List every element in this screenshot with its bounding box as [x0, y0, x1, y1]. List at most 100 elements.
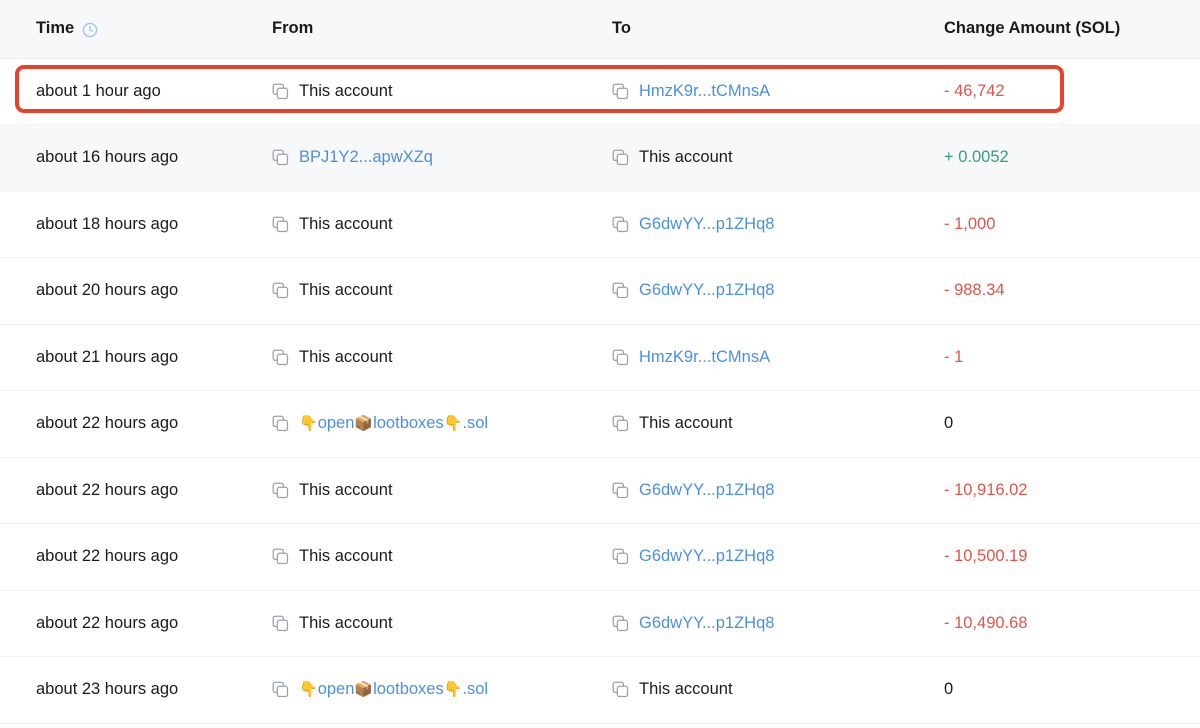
cell-change-amount: - 46,742: [944, 58, 1200, 125]
cell-time: about 23 hours ago: [0, 657, 272, 724]
copy-icon-to[interactable]: [612, 149, 629, 166]
copy-icon-from[interactable]: [272, 415, 289, 432]
change-amount-value: - 10,500.19: [944, 547, 1028, 566]
column-header-to[interactable]: To: [612, 0, 944, 59]
cell-time: about 22 hours ago: [0, 457, 272, 524]
copy-icon-from[interactable]: [272, 548, 289, 565]
clock-icon: [82, 22, 98, 38]
change-amount-value: + 0.0052: [944, 148, 1009, 167]
to-address-link[interactable]: HmzK9r...tCMnsA: [639, 348, 770, 367]
time-label: about 1 hour ago: [36, 81, 161, 100]
time-label: about 22 hours ago: [36, 480, 179, 499]
cell-from: This account: [272, 58, 612, 125]
from-account-label: This account: [299, 547, 393, 566]
copy-icon-to[interactable]: [612, 681, 629, 698]
cell-change-amount: + 0.0052: [944, 125, 1200, 192]
change-amount-value: 0: [944, 680, 954, 699]
cell-time: about 20 hours ago: [0, 258, 272, 325]
to-address-link[interactable]: G6dwYY...p1ZHq8: [639, 614, 774, 633]
copy-icon-to[interactable]: [612, 349, 629, 366]
from-address-link[interactable]: 👇open📦lootboxes👇.sol: [299, 680, 488, 699]
from-address-link[interactable]: 👇open📦lootboxes👇.sol: [299, 414, 488, 433]
copy-icon-to[interactable]: [612, 482, 629, 499]
cell-change-amount: - 1,000: [944, 191, 1200, 258]
change-amount-value: - 46,742: [944, 81, 1005, 100]
copy-icon-to[interactable]: [612, 415, 629, 432]
from-address-link[interactable]: BPJ1Y2...apwXZq: [299, 148, 433, 167]
table-row[interactable]: about 22 hours ago This account G6dwYY...p…: [0, 523, 1200, 591]
copy-icon-to[interactable]: [612, 615, 629, 632]
change-amount-value: - 10,916.02: [944, 480, 1028, 499]
copy-icon-from[interactable]: [272, 482, 289, 499]
copy-icon-from[interactable]: [272, 149, 289, 166]
cell-to: This account: [612, 657, 944, 724]
copy-icon-to[interactable]: [612, 83, 629, 100]
time-label: about 22 hours ago: [36, 547, 179, 566]
change-amount-value: 0: [944, 414, 954, 433]
cell-time: about 22 hours ago: [0, 391, 272, 458]
cell-from: This account: [272, 324, 612, 391]
table-row[interactable]: about 22 hours ago 👇open📦lootboxes👇.sol Th…: [0, 390, 1200, 458]
copy-icon-from[interactable]: [272, 282, 289, 299]
copy-icon-from[interactable]: [272, 216, 289, 233]
cell-from: This account: [272, 457, 612, 524]
change-amount-value: - 1,000: [944, 214, 996, 233]
change-amount-value: - 10,490.68: [944, 613, 1028, 632]
from-account-label: This account: [299, 81, 393, 100]
cell-time: about 21 hours ago: [0, 324, 272, 391]
to-address-link[interactable]: HmzK9r...tCMnsA: [639, 82, 770, 101]
table-row[interactable]: about 22 hours ago This account G6dwYY...p…: [0, 457, 1200, 524]
copy-icon-from[interactable]: [272, 681, 289, 698]
to-account-label: This account: [639, 148, 733, 167]
copy-icon-from[interactable]: [272, 615, 289, 632]
to-account-label: This account: [639, 680, 733, 699]
cell-time: about 22 hours ago: [0, 524, 272, 591]
copy-icon-to[interactable]: [612, 282, 629, 299]
from-account-label: This account: [299, 281, 393, 300]
cell-to: This account: [612, 125, 944, 192]
copy-icon-to[interactable]: [612, 548, 629, 565]
cell-change-amount: - 10,500.19: [944, 524, 1200, 591]
column-header-change-amount[interactable]: Change Amount (SOL): [944, 0, 1200, 59]
cell-change-amount: 0: [944, 391, 1200, 458]
cell-from: BPJ1Y2...apwXZq: [272, 125, 612, 192]
cell-to: This account: [612, 391, 944, 458]
table-row[interactable]: about 18 hours ago This account G6dwYY...p…: [0, 191, 1200, 258]
cell-change-amount: 0: [944, 657, 1200, 724]
cell-time: about 1 hour ago: [0, 58, 272, 125]
cell-to: G6dwYY...p1ZHq8: [612, 191, 944, 258]
to-address-link[interactable]: G6dwYY...p1ZHq8: [639, 215, 774, 234]
table-row[interactable]: about 20 hours ago This account G6dwYY...p…: [0, 257, 1200, 325]
time-label: about 22 hours ago: [36, 613, 179, 632]
cell-from: This account: [272, 191, 612, 258]
table-header-row: Time From To Change Amount (SOL): [0, 0, 1200, 59]
cell-from: This account: [272, 258, 612, 325]
copy-icon-to[interactable]: [612, 216, 629, 233]
table-row[interactable]: about 1 hour ago This account HmzK9r...tCM…: [0, 58, 1200, 125]
cell-to: HmzK9r...tCMnsA: [612, 324, 944, 391]
column-header-time[interactable]: Time: [0, 0, 272, 59]
table-row[interactable]: about 16 hours ago BPJ1Y2...apwXZq This ac…: [0, 124, 1200, 192]
cell-time: about 18 hours ago: [0, 191, 272, 258]
from-account-label: This account: [299, 214, 393, 233]
copy-icon-from[interactable]: [272, 349, 289, 366]
table-row[interactable]: about 23 hours ago 👇open📦lootboxes👇.sol Th…: [0, 656, 1200, 724]
table-row[interactable]: about 22 hours ago This account G6dwYY...p…: [0, 590, 1200, 657]
table-row[interactable]: about 21 hours ago This account HmzK9r...t…: [0, 324, 1200, 391]
column-header-from[interactable]: From: [272, 0, 612, 59]
change-amount-value: - 988.34: [944, 281, 1005, 300]
cell-to: G6dwYY...p1ZHq8: [612, 524, 944, 591]
cell-from: This account: [272, 590, 612, 657]
to-address-link[interactable]: G6dwYY...p1ZHq8: [639, 481, 774, 500]
transaction-table-container: Time From To Change Amount (SOL) about 1…: [0, 0, 1200, 724]
copy-icon-from[interactable]: [272, 83, 289, 100]
cell-to: HmzK9r...tCMnsA: [612, 58, 944, 125]
cell-change-amount: - 10,916.02: [944, 457, 1200, 524]
table-body: about 1 hour ago This account HmzK9r...tCM…: [0, 58, 1200, 723]
time-label: about 21 hours ago: [36, 347, 179, 366]
time-label: about 23 hours ago: [36, 680, 179, 699]
to-address-link[interactable]: G6dwYY...p1ZHq8: [639, 281, 774, 300]
cell-change-amount: - 988.34: [944, 258, 1200, 325]
cell-from: 👇open📦lootboxes👇.sol: [272, 391, 612, 458]
to-address-link[interactable]: G6dwYY...p1ZHq8: [639, 547, 774, 566]
